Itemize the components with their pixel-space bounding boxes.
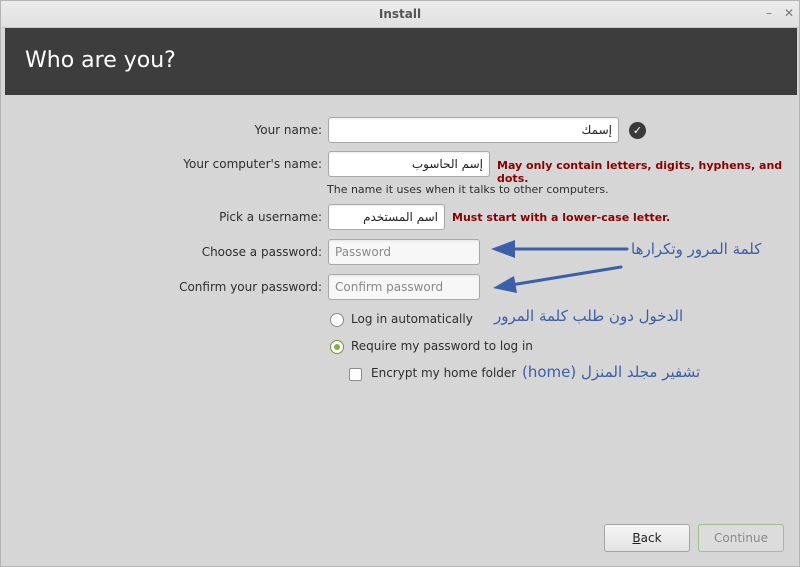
arrow-head-confirm: [493, 276, 517, 293]
computer-name-label: Your computer's name:: [183, 157, 322, 171]
computer-name-hint: The name it uses when it talks to other …: [327, 183, 609, 196]
encrypt-home-checkbox[interactable]: [349, 368, 362, 381]
minimize-icon[interactable]: –: [761, 5, 777, 21]
title-bar[interactable]: Install – ✕: [1, 1, 799, 28]
installer-window: Install – ✕ Who are you? Your name: ✓ Yo…: [0, 0, 800, 567]
username-error: Must start with a lower-case letter.: [452, 211, 671, 224]
window-title: Install: [378, 7, 422, 21]
auto-login-label[interactable]: Log in automatically: [351, 312, 473, 326]
username-input[interactable]: [328, 204, 445, 230]
page-header: Who are you?: [5, 28, 797, 95]
confirm-password-input[interactable]: [328, 274, 480, 300]
encrypt-home-label[interactable]: Encrypt my home folder: [371, 366, 516, 380]
password-input[interactable]: [328, 239, 480, 265]
back-button[interactable]: Back: [604, 524, 690, 552]
computer-name-error: May only contain letters, digits, hyphen…: [497, 159, 783, 185]
require-password-radio[interactable]: [330, 340, 344, 354]
arrow-head-password: [491, 240, 515, 258]
arrow-to-confirm: [509, 265, 623, 287]
auto-login-radio[interactable]: [330, 313, 344, 327]
continue-button[interactable]: Continue: [698, 524, 784, 552]
annotation-encrypt: تشفير مجلد المنزل (home): [522, 363, 701, 381]
annotation-password: كلمة المرور وتكرارها: [631, 240, 762, 258]
your-name-label: Your name:: [254, 123, 322, 137]
annotation-auto-login: الدخول دون طلب كلمة المرور: [494, 307, 684, 325]
check-circle-icon: ✓: [629, 122, 646, 139]
confirm-password-label: Confirm your password:: [179, 280, 322, 294]
password-label: Choose a password:: [201, 245, 322, 259]
page-title: Who are you?: [25, 48, 176, 73]
your-name-input[interactable]: [328, 117, 619, 143]
computer-name-input[interactable]: [328, 151, 490, 177]
username-label: Pick a username:: [219, 210, 322, 224]
close-icon[interactable]: ✕: [781, 5, 797, 21]
require-password-label[interactable]: Require my password to log in: [351, 339, 533, 353]
